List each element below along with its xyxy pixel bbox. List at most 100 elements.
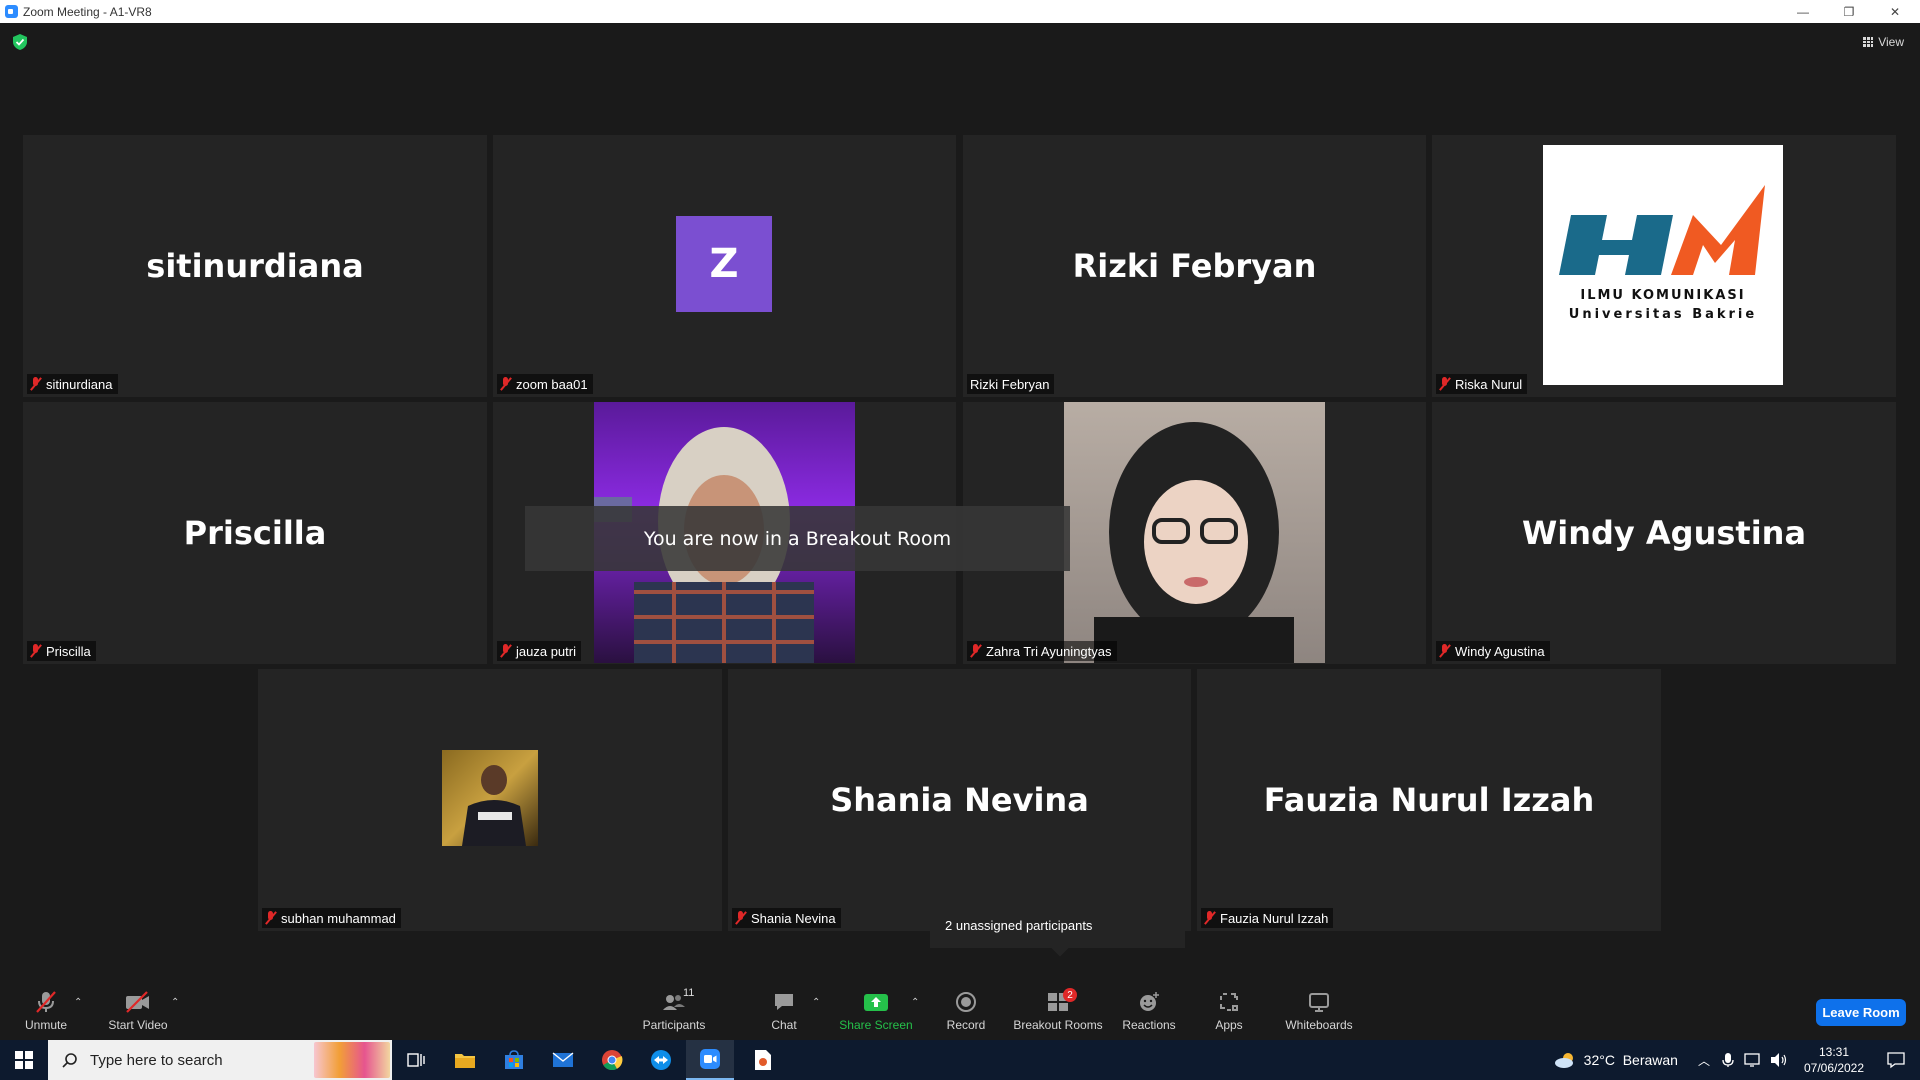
minimize-button[interactable]: — <box>1780 0 1826 23</box>
person-video-image <box>1094 422 1294 663</box>
task-view-icon[interactable] <box>392 1040 440 1080</box>
reactions-icon <box>1136 990 1162 1014</box>
share-options-caret-icon[interactable]: ⌃ <box>911 997 919 1008</box>
mic-muted-icon <box>1439 377 1451 391</box>
video-tile-windy-agustina[interactable]: Windy Agustina Windy Agustina <box>1432 402 1896 664</box>
video-options-caret-icon[interactable]: ⌃ <box>171 997 179 1008</box>
participant-label-text: Rizki Febryan <box>970 376 1050 392</box>
record-icon <box>953 990 979 1014</box>
video-tile-zoom-baa01[interactable]: Z zoom baa01 <box>493 135 956 397</box>
notifications-icon[interactable] <box>1886 1051 1906 1069</box>
share-screen-button[interactable]: Share Screen <box>836 983 916 1040</box>
logo-text-line1: ILMU KOMUNIKASI <box>1580 288 1745 303</box>
mic-muted-icon <box>970 644 982 658</box>
restore-button[interactable]: ❐ <box>1826 0 1872 23</box>
video-tile-priscilla[interactable]: Priscilla Priscilla <box>23 402 487 664</box>
participant-label-text: jauza putri <box>516 643 576 659</box>
participant-label: Priscilla <box>27 641 96 661</box>
show-hidden-icons-chevron-icon[interactable]: ︿ <box>1698 1052 1710 1069</box>
participant-name-large: Shania Nevina <box>830 781 1089 819</box>
record-label: Record <box>946 1018 986 1032</box>
video-tile-shania-nevina[interactable]: Shania Nevina Shania Nevina <box>728 669 1191 931</box>
zoom-taskbar-icon[interactable] <box>686 1040 734 1080</box>
view-button[interactable]: View <box>1863 32 1904 52</box>
windows-start-button[interactable] <box>0 1040 48 1080</box>
participant-label: Zahra Tri Ayuningtyas <box>967 641 1117 661</box>
taskbar-search-box[interactable]: Type here to search <box>48 1040 392 1080</box>
participant-label-text: Fauzia Nurul Izzah <box>1220 910 1329 926</box>
chat-button[interactable]: Chat <box>760 983 808 1040</box>
meeting-area: View sitinurdiana sitinurdiana Z zoom ba… <box>0 23 1920 983</box>
mail-icon[interactable] <box>539 1040 587 1080</box>
volume-icon[interactable] <box>1770 1052 1788 1068</box>
participant-name-large: Fauzia Nurul Izzah <box>1263 781 1595 819</box>
participant-label-text: zoom baa01 <box>516 376 588 392</box>
mic-muted-icon <box>30 377 42 391</box>
apps-label: Apps <box>1215 1018 1243 1032</box>
participants-button[interactable]: 11 Participants <box>640 983 708 1040</box>
window-titlebar: Zoom Meeting - A1-VR8 — ❐ ✕ <box>0 0 1920 23</box>
reactions-button[interactable]: Reactions <box>1121 983 1177 1040</box>
search-highlight-image <box>314 1042 390 1078</box>
hm-logo-icon: ILMU KOMUNIKASI Universitas Bakrie <box>1559 185 1765 322</box>
breakout-rooms-button[interactable]: 2 Breakout Rooms <box>1013 983 1103 1040</box>
whiteboards-button[interactable]: Whiteboards <box>1283 983 1355 1040</box>
mic-off-icon <box>33 990 59 1014</box>
weather-text[interactable]: 32°C Berawan <box>1584 1052 1678 1068</box>
video-tile-sitinurdiana[interactable]: sitinurdiana sitinurdiana <box>23 135 487 397</box>
chat-options-caret-icon[interactable]: ⌃ <box>812 997 820 1008</box>
microsoft-store-icon[interactable] <box>490 1040 538 1080</box>
leave-room-button[interactable]: Leave Room <box>1816 999 1906 1026</box>
whiteboards-label: Whiteboards <box>1285 1018 1353 1032</box>
mic-muted-icon <box>500 377 512 391</box>
participant-label: Riska Nurul <box>1436 374 1528 394</box>
mic-muted-icon <box>1439 644 1451 658</box>
start-video-label: Start Video <box>108 1018 168 1032</box>
video-tile-riska-nurul[interactable]: ILMU KOMUNIKASI Universitas Bakrie Riska… <box>1432 135 1896 397</box>
close-button[interactable]: ✕ <box>1872 0 1918 23</box>
meeting-toolbar: Unmute ⌃ Start Video ⌃ 11 Participants C… <box>0 983 1920 1040</box>
participants-icon: 11 <box>661 987 694 1014</box>
view-label: View <box>1878 35 1904 49</box>
participant-label: jauza putri <box>497 641 581 661</box>
start-video-button[interactable]: Start Video <box>106 983 170 1040</box>
apps-button[interactable]: Apps <box>1209 983 1249 1040</box>
teamviewer-icon[interactable] <box>637 1040 685 1080</box>
record-button[interactable]: Record <box>940 983 992 1040</box>
mic-muted-icon <box>735 911 747 925</box>
microphone-icon[interactable] <box>1722 1052 1734 1068</box>
participant-label-text: Riska Nurul <box>1455 376 1523 392</box>
security-shield-icon[interactable] <box>13 34 27 50</box>
unassigned-participants-tooltip[interactable]: 2 unassigned participants <box>930 902 1185 948</box>
window-title: Zoom Meeting - A1-VR8 <box>23 4 152 19</box>
network-icon[interactable] <box>1744 1052 1762 1068</box>
unmute-button[interactable]: Unmute <box>18 983 74 1040</box>
breakout-rooms-label: Breakout Rooms <box>1013 1018 1103 1032</box>
share-screen-label: Share Screen <box>839 1018 913 1032</box>
reactions-label: Reactions <box>1122 1018 1176 1032</box>
video-tile-fauzia-nurul-izzah[interactable]: Fauzia Nurul Izzah Fauzia Nurul Izzah <box>1197 669 1661 931</box>
profile-picture-logo: ILMU KOMUNIKASI Universitas Bakrie <box>1543 145 1783 385</box>
participant-label-text: subhan muhammad <box>281 910 396 926</box>
chat-label: Chat <box>771 1018 797 1032</box>
chat-icon <box>771 990 797 1014</box>
video-tile-rizki-febryan[interactable]: Rizki Febryan Rizki Febryan <box>963 135 1426 397</box>
taskbar-clock[interactable]: 13:31 07/06/2022 <box>1798 1044 1870 1076</box>
zoom-app-icon <box>5 5 18 18</box>
participant-name-large: sitinurdiana <box>146 247 364 285</box>
participant-label-text: Shania Nevina <box>751 910 836 926</box>
search-placeholder: Type here to search <box>90 1051 223 1069</box>
clock-time: 13:31 <box>1818 1045 1850 1059</box>
file-explorer-icon[interactable] <box>441 1040 489 1080</box>
document-app-icon[interactable] <box>739 1040 787 1080</box>
audio-options-caret-icon[interactable]: ⌃ <box>74 997 82 1008</box>
chrome-icon[interactable] <box>588 1040 636 1080</box>
participant-label: Shania Nevina <box>732 908 841 928</box>
video-tile-subhan-muhammad[interactable]: subhan muhammad <box>258 669 722 931</box>
search-icon <box>62 1053 77 1068</box>
weather-cloud-icon[interactable] <box>1554 1052 1576 1068</box>
participant-label-text: Zahra Tri Ayuningtyas <box>986 643 1112 659</box>
apps-icon <box>1216 990 1242 1014</box>
share-screen-icon <box>863 990 889 1014</box>
avatar <box>442 750 538 846</box>
